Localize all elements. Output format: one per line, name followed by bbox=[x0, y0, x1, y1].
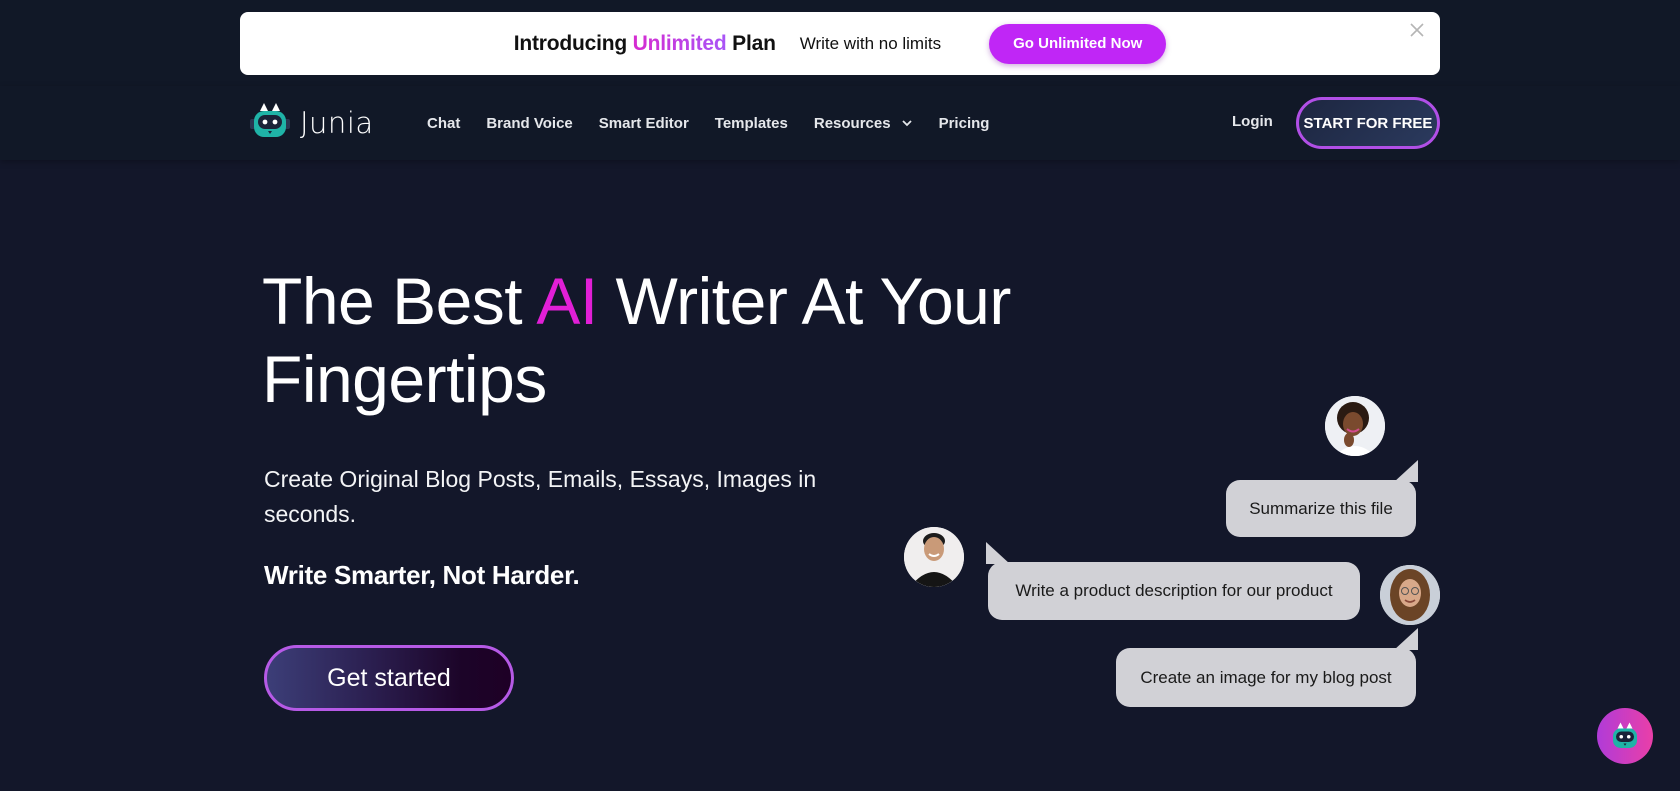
chevron-down-icon bbox=[901, 120, 912, 127]
hero-title-accent: AI bbox=[536, 264, 598, 338]
banner-subtitle: Write with no limits bbox=[799, 33, 942, 53]
nav-links: Chat Brand Voice Smart Editor Templates … bbox=[427, 86, 1015, 160]
nav-link-brand-voice[interactable]: Brand Voice bbox=[486, 115, 572, 132]
nav-link-resources[interactable]: Resources bbox=[814, 115, 913, 132]
long-hair-man-avatar bbox=[1380, 565, 1440, 625]
banner-title: Introducing Unlimited Plan bbox=[514, 32, 776, 56]
nav-link-templates[interactable]: Templates bbox=[715, 115, 788, 132]
chat-bubble-text: Create an image for my blog post bbox=[1140, 667, 1392, 687]
main-nav: Junia Chat Brand Voice Smart Editor Temp… bbox=[0, 86, 1680, 160]
junia-bot-icon bbox=[1613, 722, 1637, 748]
chat-bubble: Create an image for my blog post bbox=[1116, 628, 1418, 707]
go-unlimited-button[interactable]: Go Unlimited Now bbox=[989, 23, 1167, 64]
hero-title-part1: The Best bbox=[262, 264, 523, 338]
nav-link-pricing[interactable]: Pricing bbox=[939, 115, 990, 132]
nav-link-smart-editor[interactable]: Smart Editor bbox=[599, 115, 689, 132]
start-for-free-button[interactable]: START FOR FREE bbox=[1296, 97, 1440, 149]
bubble-tail bbox=[1394, 460, 1418, 482]
logo[interactable]: Junia bbox=[248, 100, 374, 146]
banner-title-suffix: Plan bbox=[732, 31, 776, 55]
hero-title: The Best AI Writer At Your Fingertips bbox=[262, 262, 1162, 418]
hero-subtitle: Create Original Blog Posts, Emails, Essa… bbox=[264, 466, 817, 527]
get-started-button[interactable]: Get started bbox=[264, 645, 514, 711]
chat-bubble: Write a product description for our prod… bbox=[986, 542, 1360, 620]
bubble-tail bbox=[1394, 628, 1418, 650]
nav-link-resources-label: Resources bbox=[813, 114, 891, 132]
login-link[interactable]: Login bbox=[1232, 113, 1273, 130]
promo-banner: Introducing Unlimited Plan Write with no… bbox=[240, 12, 1440, 75]
man-avatar bbox=[904, 527, 964, 587]
banner-title-prefix: Introducing bbox=[513, 31, 627, 55]
bubble-tail bbox=[986, 542, 1010, 564]
banner-title-accent: Unlimited bbox=[632, 31, 727, 55]
chat-widget-button[interactable] bbox=[1597, 708, 1653, 764]
hero-tagline: Write Smarter, Not Harder. bbox=[264, 560, 580, 590]
junia-logo-icon bbox=[248, 101, 292, 146]
close-icon[interactable] bbox=[1406, 20, 1428, 42]
logo-text: Junia bbox=[300, 106, 374, 140]
nav-link-chat[interactable]: Chat bbox=[427, 115, 460, 132]
woman-avatar bbox=[1325, 396, 1385, 456]
chat-bubble-text: Summarize this file bbox=[1249, 498, 1393, 518]
chat-bubble: Summarize this file bbox=[1226, 460, 1418, 537]
chat-bubble-text: Write a product description for our prod… bbox=[1015, 581, 1333, 600]
